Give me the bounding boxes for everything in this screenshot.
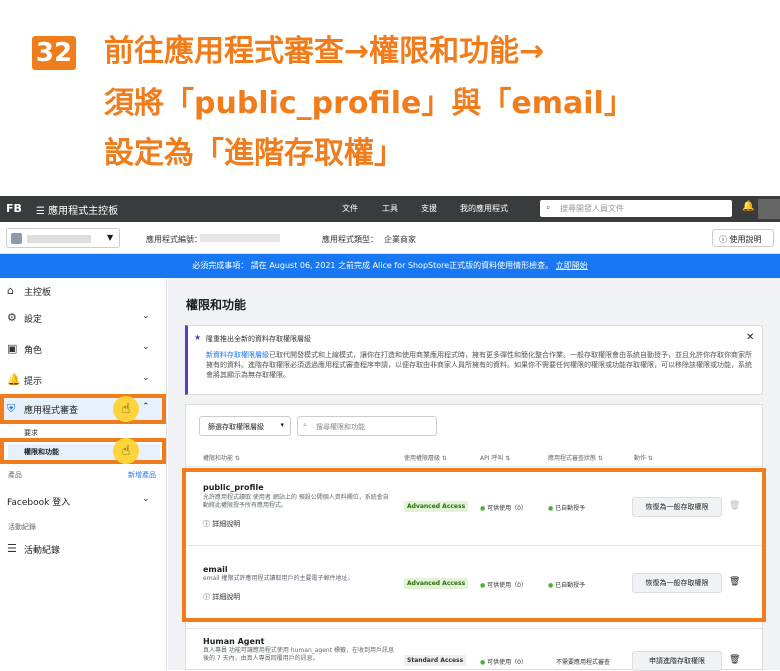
permissions-search-input[interactable]: ⌕ 搜尋權限和功能: [297, 416, 437, 436]
chevron-down-icon: ⌄: [142, 342, 150, 352]
highlight-app-review: [0, 394, 166, 424]
avatar[interactable]: [758, 199, 780, 219]
trash-icon[interactable]: 🗑: [729, 655, 740, 665]
pointer-hand-icon: ☝: [113, 438, 139, 464]
list-icon: ☰: [7, 542, 17, 555]
help-button[interactable]: ⓘ 使用說明: [712, 229, 774, 247]
header-divider: [186, 466, 762, 467]
sidebar-item-roles[interactable]: ▣ 角色 ⌄: [0, 336, 167, 362]
row-divider: [186, 628, 762, 629]
sidebar-sub-requests[interactable]: 要求: [24, 428, 38, 438]
chevron-down-icon: ⌄: [142, 311, 150, 321]
sidebar-item-label: 提示: [24, 377, 43, 387]
header-review-status[interactable]: 應用程式審查狀態 ⇅: [548, 453, 603, 462]
data-use-checkup-banner: 必須完成事項： 請在 August 06, 2021 之前完成 Alice fo…: [0, 254, 780, 278]
chevron-down-icon: ⌄: [142, 373, 150, 383]
add-product-link[interactable]: 新增產品: [128, 470, 156, 480]
app-info-bar: ▼ 應用程式編號： 應用程式類型： 企業商家 ⓘ 使用說明: [0, 222, 780, 254]
roles-icon: ▣: [7, 342, 18, 355]
search-icon: ⌕: [303, 421, 307, 429]
api-status: ● 可供使用（0）: [480, 659, 527, 666]
request-advanced-access-button[interactable]: 申請進階存取權限: [632, 651, 722, 671]
sidebar-item-settings[interactable]: ⚙ 設定 ⌄: [0, 305, 167, 331]
start-now-link[interactable]: 立即開始: [556, 261, 588, 270]
sidebar-item-label: 角色: [24, 346, 43, 356]
search-placeholder: 搜尋權限和功能: [316, 423, 365, 431]
app-id-label: 應用程式編號：: [146, 235, 202, 244]
sidebar-item-label: 活動紀錄: [24, 546, 61, 556]
question-icon: ⓘ: [719, 235, 727, 244]
sidebar-item-label: 設定: [24, 315, 43, 325]
app-dashboard-label: 應用程式主控板: [48, 206, 119, 217]
headline-line-2: 須將「public_profile」與「email」: [104, 86, 634, 121]
app-type-value: 企業商家: [384, 235, 416, 244]
highlight-permission-rows: [182, 468, 766, 622]
header-api-calls[interactable]: API 呼叫 ⇅: [480, 453, 510, 462]
header-access-level[interactable]: 使用權限層級 ⇅: [404, 453, 447, 462]
gear-icon: ⚙: [7, 311, 17, 324]
help-label: 使用說明: [729, 235, 762, 244]
app-icon: [11, 233, 22, 244]
close-icon[interactable]: ✕: [746, 332, 754, 343]
review-status-text: 不需要應用程式審查: [556, 659, 611, 666]
hamburger-icon: ☰: [36, 206, 45, 217]
search-icon: ⌕: [546, 203, 551, 212]
access-level-badge: Standard Access: [404, 655, 467, 666]
access-level-filter[interactable]: 篩選存取權限層級 ▾: [199, 416, 291, 436]
chevron-down-icon: ⌄: [142, 494, 150, 504]
caret-down-icon: ▾: [280, 421, 284, 429]
app-dashboard-menu[interactable]: ☰ 應用程式主控板: [36, 202, 118, 217]
nav-tools[interactable]: 工具: [382, 203, 398, 214]
search-placeholder: 搜尋開發人員文件: [560, 204, 624, 213]
top-navigation-bar: FB ☰ 應用程式主控板 文件 工具 支援 我的應用程式 ⌕ 搜尋開發人員文件 🔔: [0, 196, 780, 222]
headline-line-3: 設定為「進階存取權」: [104, 136, 404, 171]
notice-body: 新資料存取權限層級已取代開發模式和上線模式，讓你在打造和使用商業應用程式時，擁有…: [206, 350, 756, 380]
permission-description: 真人專員 功能可讓應用程式使用 human_agent 標籤，在收到用戶訊息後的…: [203, 647, 394, 662]
bell-icon: 🔔: [7, 373, 21, 386]
highlight-permissions: [0, 438, 166, 464]
nav-docs[interactable]: 文件: [342, 203, 358, 214]
sidebar-item-facebook-login[interactable]: Facebook 登入 ⌄: [0, 488, 167, 514]
sidebar-item-activity-log[interactable]: ☰ 活動紀錄: [0, 536, 167, 562]
banner-text: 必須完成事項： 請在 August 06, 2021 之前完成 Alice fo…: [192, 261, 554, 270]
pointer-hand-icon: ☝: [113, 396, 139, 422]
headline-line-1: 前往應用程式審查→權限和功能→: [104, 34, 545, 69]
nav-support[interactable]: 支援: [421, 203, 437, 214]
new-access-levels-notice: ★ 隆重推出全新的資料存取權限層級 ✕ 新資料存取權限層級已取代開發模式和上線模…: [185, 325, 763, 395]
docs-search-input[interactable]: ⌕ 搜尋開發人員文件: [540, 200, 732, 217]
filter-label: 篩選存取權限層級: [208, 423, 264, 431]
app-type-label: 應用程式類型：: [322, 235, 378, 244]
nav-my-apps[interactable]: 我的應用程式: [460, 203, 508, 214]
star-icon: ★: [194, 333, 202, 342]
sidebar: ⌂ 主控板 ⚙ 設定 ⌄ ▣ 角色 ⌄ 🔔 提示 ⌄ ⛨ 應用程式審查 ⌃ 要求…: [0, 278, 167, 670]
sidebar-item-alerts[interactable]: 🔔 提示 ⌄: [0, 367, 167, 393]
sidebar-activity-section: 活動紀錄: [8, 523, 36, 531]
header-permissions[interactable]: 權限和功能 ⇅: [203, 453, 240, 462]
step-number-badge: 32: [32, 36, 76, 70]
home-icon: ⌂: [7, 284, 14, 297]
notice-body-text: 已取代開發模式和上線模式，讓你在打造和使用商業應用程式時，擁有更多彈性和簡化整合…: [206, 351, 752, 379]
notice-link[interactable]: 新資料存取權限層級: [206, 351, 269, 359]
notice-title: 隆重推出全新的資料存取權限層級: [206, 335, 311, 343]
fb-logo[interactable]: FB: [6, 202, 22, 215]
api-status-text: 可供使用（0）: [487, 659, 527, 666]
instruction-headline: 32 前往應用程式審查→權限和功能→ 須將「public_profile」與「e…: [0, 0, 780, 196]
app-name-redacted: [27, 235, 91, 243]
app-selector-dropdown[interactable]: ▼: [6, 228, 120, 248]
sidebar-item-dashboard[interactable]: ⌂ 主控板: [0, 278, 167, 304]
notification-bell-icon[interactable]: 🔔: [742, 201, 754, 212]
chevron-down-icon: ▼: [107, 233, 114, 242]
header-actions[interactable]: 動作 ⇅: [634, 453, 653, 462]
sidebar-item-label: Facebook 登入: [7, 498, 71, 508]
permission-name: Human Agent: [203, 637, 265, 646]
page-title: 權限和功能: [186, 298, 247, 312]
sidebar-products-label: 產品: [8, 471, 22, 479]
app-id-redacted: [200, 234, 280, 242]
sidebar-item-label: 主控板: [24, 288, 52, 298]
